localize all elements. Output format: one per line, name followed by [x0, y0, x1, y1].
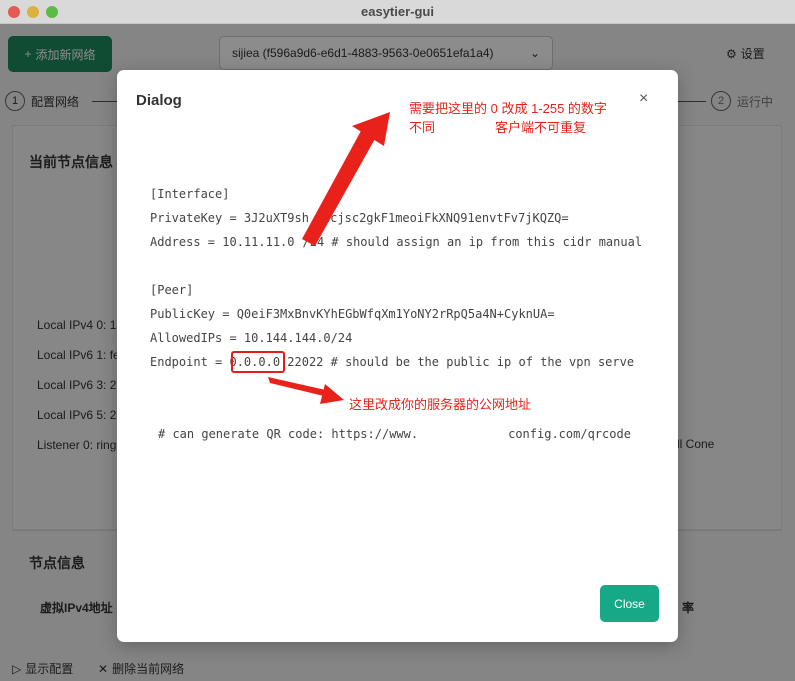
config-dialog: Dialog × [Interface] PrivateKey = 3J2uXT…: [117, 70, 678, 642]
annotation-text: 不同: [409, 120, 436, 135]
window-title: easytier-gui: [361, 4, 434, 19]
config-text: config.com/qrcode: [508, 427, 631, 441]
config-line: [Interface]: [150, 187, 230, 201]
endpoint-highlight-box: [231, 351, 285, 373]
config-text: PrivateKey = 3J2uXT9sh: [150, 211, 309, 225]
annotation-note-1-line2: 不同 客户端不可重复: [409, 117, 586, 136]
config-text: Address = 10.11.11.0: [150, 235, 295, 249]
title-bar: easytier-gui: [0, 0, 795, 24]
config-line: Endpoint = 0.0.0.0:22022 # should be the…: [150, 355, 645, 369]
config-line: PublicKey = Q0eiF3MxBnvKYhEGbWfqXm1YoNY2…: [150, 307, 555, 321]
config-text: /24 # should assign an ip from this cidr…: [302, 235, 643, 249]
annotation-note-1: 需要把这里的 0 改成 1-255 的数字: [409, 101, 607, 116]
close-button[interactable]: Close: [600, 585, 659, 622]
dialog-title: Dialog: [136, 92, 182, 109]
annotation-text: 客户端不可重复: [495, 120, 587, 135]
config-line: # can generate QR code: https://www. conf…: [158, 427, 653, 441]
annotation-note-2: 这里改成你的服务器的公网地址: [349, 397, 532, 412]
config-line: Address = 10.11.11.0/24 # should assign …: [150, 235, 645, 249]
config-line: [Peer]: [150, 283, 194, 297]
config-text: # can generate QR code: https://www.: [158, 427, 419, 441]
config-text: Gcjsc2gkF1meoiFkXNQ91envtFv7jKQZQ=: [322, 211, 569, 225]
close-icon[interactable]: ×: [639, 90, 648, 108]
config-text: :22022 # should be the public ip of the …: [280, 355, 635, 369]
config-text: Endpoint =: [150, 355, 230, 369]
config-line: AllowedIPs = 10.144.144.0/24: [150, 331, 353, 345]
config-line: PrivateKey = 3J2uXT9sh Gcjsc2gkF1meoiFkXN…: [150, 211, 645, 225]
